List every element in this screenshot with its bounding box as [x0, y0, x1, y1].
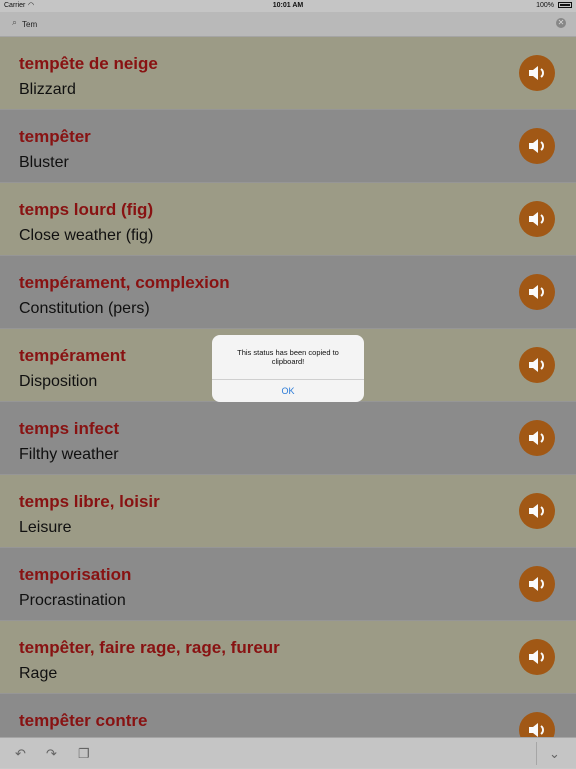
alert-dialog: This status has been copied to clipboard… — [212, 335, 364, 402]
ok-button[interactable]: OK — [212, 380, 364, 402]
alert-message: This status has been copied to clipboard… — [237, 348, 339, 366]
